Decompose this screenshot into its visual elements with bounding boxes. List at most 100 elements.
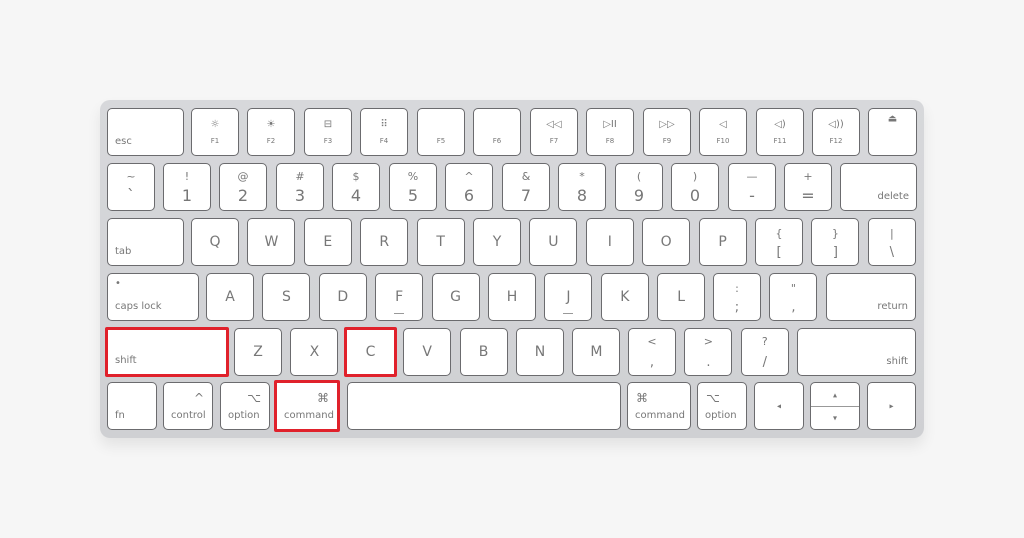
- key-number-6[interactable]: ^ 6: [445, 163, 493, 211]
- key-command[interactable]: command ⌘: [274, 380, 340, 432]
- key-m[interactable]: M: [572, 328, 621, 376]
- key-f3[interactable]: ⊟ F3: [304, 108, 352, 156]
- key-label: F: [395, 289, 404, 305]
- key-number-1[interactable]: ! 1: [163, 163, 211, 211]
- key-s[interactable]: S: [262, 273, 311, 321]
- key-f[interactable]: F: [375, 273, 424, 321]
- key-label: 4: [350, 186, 362, 205]
- key-tab[interactable]: tab: [107, 218, 184, 266]
- key-y[interactable]: Y: [473, 218, 521, 266]
- key-punct-0[interactable]: :;: [713, 273, 761, 321]
- key-number-8[interactable]: * 8: [558, 163, 606, 211]
- key-f10[interactable]: ◁ F10: [699, 108, 747, 156]
- key-p[interactable]: P: [698, 218, 747, 266]
- key-space[interactable]: [347, 382, 621, 430]
- key-label: $: [352, 170, 360, 183]
- key-t[interactable]: T: [416, 218, 465, 266]
- key-o[interactable]: O: [642, 218, 691, 266]
- key-number-10[interactable]: ) 0: [671, 163, 719, 211]
- key-bracket-1[interactable]: }]: [811, 218, 860, 266]
- key-b[interactable]: B: [459, 328, 508, 376]
- key-return[interactable]: return: [826, 273, 916, 321]
- key-right-option[interactable]: option ⌥: [697, 382, 747, 430]
- key-k[interactable]: K: [600, 273, 649, 321]
- key-q[interactable]: Q: [191, 218, 239, 266]
- key-number-12[interactable]: + =: [784, 163, 832, 211]
- key-bracket-0[interactable]: {[: [755, 218, 803, 266]
- key-label: |: [889, 227, 894, 240]
- key-number-9[interactable]: (9: [615, 163, 663, 211]
- key-f8[interactable]: ▷II F8: [586, 108, 634, 156]
- key-arrow-up-down[interactable]: ▴ ▾: [810, 382, 860, 430]
- key-number-11[interactable]: — -: [728, 163, 776, 211]
- key-label: :: [735, 282, 739, 295]
- key-x[interactable]: X: [290, 328, 339, 376]
- key-number-5[interactable]: % 5: [389, 163, 437, 211]
- key-number-2[interactable]: @2: [219, 163, 267, 211]
- key-f6[interactable]: F6: [473, 108, 521, 156]
- key-f9[interactable]: ▷▷ F9: [643, 108, 691, 156]
- key-r[interactable]: R: [360, 218, 409, 266]
- key-arrow-left[interactable]: ◂: [754, 382, 804, 430]
- key-eject[interactable]: ⏏: [868, 108, 917, 156]
- f2-icon: ☀: [266, 119, 276, 130]
- key-label: T: [436, 234, 445, 250]
- key-esc[interactable]: esc: [107, 108, 184, 156]
- key-right-command[interactable]: command ⌘: [627, 382, 691, 430]
- key-j[interactable]: J: [544, 273, 593, 321]
- option-icon: ⌥: [247, 391, 261, 405]
- key-w[interactable]: W: [247, 218, 296, 266]
- key-label: %: [407, 170, 419, 183]
- key-label: +: [803, 170, 813, 183]
- key-label: (: [636, 170, 642, 183]
- keyboard: esc ☼ F1 ☀ F2 ⊟ F3 ⠿ F4 F5 F6 ◁◁ F7 ▷II F8 ▷▷ F9 ◁ F10 ◁) F1…: [100, 100, 924, 438]
- key-v[interactable]: V: [403, 328, 452, 376]
- key-c[interactable]: C: [344, 327, 397, 377]
- key-number-7[interactable]: & 7: [502, 163, 550, 211]
- key-number-0[interactable]: ~ `: [107, 163, 155, 211]
- key-e[interactable]: E: [303, 218, 352, 266]
- key-f11[interactable]: ◁) F11: [756, 108, 804, 156]
- key-number-3[interactable]: #3: [276, 163, 324, 211]
- key-right-shift[interactable]: shift: [797, 328, 916, 376]
- key-fn[interactable]: fn: [107, 382, 157, 430]
- key-number-13[interactable]: delete: [840, 163, 917, 211]
- key-n[interactable]: N: [516, 328, 564, 376]
- key-f1[interactable]: ☼ F1: [191, 108, 239, 156]
- key-bracket-2[interactable]: | \: [867, 218, 916, 266]
- key-punct-1[interactable]: ",: [769, 273, 818, 321]
- key-number-4[interactable]: $4: [332, 163, 380, 211]
- key-h[interactable]: H: [488, 273, 536, 321]
- key-arrow-down[interactable]: ▾: [811, 406, 859, 429]
- key-g[interactable]: G: [431, 273, 480, 321]
- command-icon: ⌘: [636, 391, 648, 405]
- key-f2[interactable]: ☀ F2: [247, 108, 295, 156]
- key-u[interactable]: U: [529, 218, 578, 266]
- f11-icon: ◁): [774, 119, 786, 130]
- key-left-shift[interactable]: shift: [105, 327, 229, 377]
- key-label: H: [506, 289, 518, 305]
- arrow-up-icon: ▴: [832, 390, 837, 399]
- f7-icon: ◁◁: [546, 119, 562, 130]
- key-z[interactable]: Z: [234, 328, 282, 376]
- key-arrow-right[interactable]: ▸: [867, 382, 916, 430]
- key-d[interactable]: D: [318, 273, 367, 321]
- key-control[interactable]: control ^: [163, 382, 213, 430]
- key-arrow-up[interactable]: ▴: [811, 383, 859, 407]
- key-label: L: [677, 289, 686, 305]
- key-f5[interactable]: F5: [417, 108, 465, 156]
- key-punct-s2[interactable]: ? /: [740, 328, 789, 376]
- arrow-right-icon: ▸: [889, 401, 894, 411]
- key-f12[interactable]: ◁)) F12: [812, 108, 860, 156]
- key-punct-s1[interactable]: >.: [684, 328, 733, 376]
- key-l[interactable]: L: [657, 273, 706, 321]
- key-a[interactable]: A: [206, 273, 254, 321]
- key-f4[interactable]: ⠿ F4: [360, 108, 408, 156]
- key-option[interactable]: option ⌥: [220, 382, 270, 430]
- key-f7[interactable]: ◁◁ F7: [530, 108, 578, 156]
- f3-icon: ⊟: [323, 119, 333, 130]
- key-caps-lock[interactable]: caps lock •: [107, 273, 199, 321]
- key-label: A: [225, 289, 235, 305]
- key-punct-s0[interactable]: <,: [628, 328, 676, 376]
- key-i[interactable]: I: [585, 218, 634, 266]
